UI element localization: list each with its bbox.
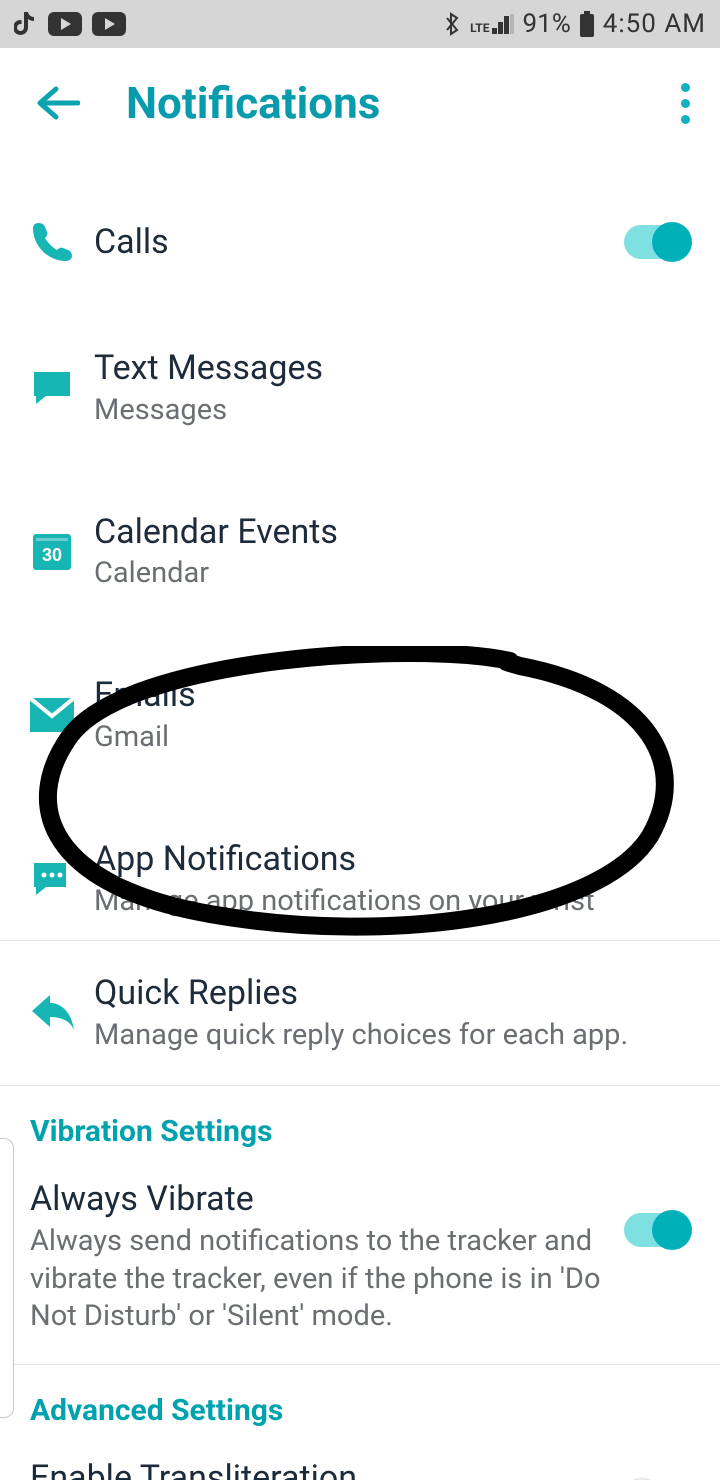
row-subtitle: Calendar (94, 556, 690, 591)
battery-percent: 91% (522, 9, 570, 39)
row-title: Calendar Events (94, 512, 690, 553)
section-heading-advanced: Advanced Settings (30, 1393, 690, 1428)
row-subtitle: Messages (94, 393, 690, 428)
row-subtitle: Manage quick reply choices for each app. (94, 1018, 690, 1053)
row-calls[interactable]: Calls (0, 198, 720, 286)
row-subtitle: Gmail (94, 720, 690, 755)
status-time: 4:50 AM (603, 9, 706, 39)
always-vibrate-toggle[interactable] (624, 1213, 690, 1247)
back-button[interactable] (30, 75, 86, 131)
row-title: Quick Replies (94, 973, 690, 1014)
phone-icon (30, 220, 94, 264)
row-app-notifications[interactable]: App Notifications Manage app notificatio… (0, 817, 720, 941)
row-title: App Notifications (94, 839, 690, 880)
youtube-icon (48, 12, 82, 36)
app-bar: Notifications (0, 48, 720, 158)
row-emails[interactable]: Emails Gmail (0, 653, 720, 777)
row-title: Text Messages (94, 348, 690, 389)
message-icon (30, 366, 94, 410)
status-left-icons (14, 10, 126, 38)
signal-lte-icon: LTE (470, 14, 514, 34)
back-arrow-icon (36, 85, 80, 121)
row-text-messages[interactable]: Text Messages Messages (0, 326, 720, 450)
email-icon (30, 698, 94, 732)
status-right-icons: LTE 91% 4:50 AM (442, 9, 706, 39)
android-status-bar: LTE 91% 4:50 AM (0, 0, 720, 48)
battery-icon (579, 11, 595, 37)
calendar-icon: 30 (30, 529, 94, 573)
scroll-edge-hint (0, 1138, 14, 1418)
row-title: Calls (94, 222, 624, 263)
reply-icon (30, 993, 94, 1033)
bluetooth-icon (442, 10, 462, 38)
row-quick-replies[interactable]: Quick Replies Manage quick reply choices… (0, 941, 720, 1085)
section-heading-vibration: Vibration Settings (30, 1114, 690, 1149)
row-enable-transliteration[interactable]: Enable Transliteration All incoming noti… (0, 1452, 720, 1480)
tiktok-icon (14, 10, 38, 38)
row-calendar-events[interactable]: 30 Calendar Events Calendar (0, 490, 720, 614)
row-title: Emails (94, 675, 690, 716)
svg-text:30: 30 (42, 545, 62, 565)
calls-toggle[interactable] (624, 225, 690, 259)
overflow-menu-button[interactable] (675, 75, 696, 132)
row-subtitle: Manage app notifications on your wrist (94, 884, 690, 919)
app-notification-icon (30, 859, 94, 899)
row-subtitle: Always send notifications to the tracker… (30, 1223, 606, 1336)
page-title: Notifications (126, 77, 380, 129)
section-advanced: Advanced Settings (0, 1364, 720, 1428)
youtube-icon (92, 12, 126, 36)
row-always-vibrate[interactable]: Always Vibrate Always send notifications… (0, 1173, 720, 1364)
row-title: Enable Transliteration (30, 1458, 606, 1480)
row-title: Always Vibrate (30, 1179, 606, 1219)
section-vibration: Vibration Settings (0, 1085, 720, 1149)
